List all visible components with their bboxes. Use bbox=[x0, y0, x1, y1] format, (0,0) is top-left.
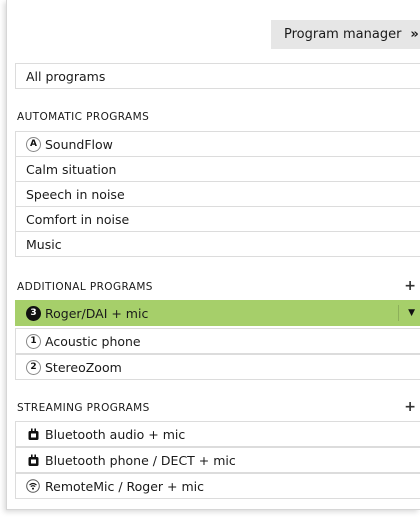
auto-a-badge-icon: A bbox=[26, 136, 41, 152]
additional-programs-title: ADDITIONAL PROGRAMS bbox=[17, 281, 153, 293]
program-label: Acoustic phone bbox=[45, 333, 141, 349]
program-speech-in-noise[interactable]: Speech in noise bbox=[15, 181, 420, 207]
program-remotemic-roger-mic[interactable]: RemoteMic / Roger + mic bbox=[15, 473, 420, 499]
program-manager-label: Program manager bbox=[284, 27, 402, 42]
all-programs-label: All programs bbox=[26, 68, 106, 84]
program-number-badge-icon: 3 bbox=[26, 305, 41, 321]
program-label: SoundFlow bbox=[45, 136, 113, 152]
wireless-mic-icon bbox=[26, 479, 40, 493]
program-label: Comfort in noise bbox=[26, 211, 130, 227]
program-label: Roger/DAI + mic bbox=[45, 305, 149, 321]
program-acoustic-phone[interactable]: 1 Acoustic phone bbox=[15, 328, 420, 354]
program-manager-button[interactable]: Program manager » bbox=[271, 20, 420, 49]
program-label: Speech in noise bbox=[26, 186, 125, 202]
add-streaming-program-icon[interactable]: + bbox=[404, 399, 416, 415]
program-label: StereoZoom bbox=[45, 359, 122, 375]
program-panel: Program manager » All programs AUTOMATIC… bbox=[6, 0, 420, 510]
dropdown-arrow-icon[interactable]: ▼ bbox=[408, 301, 415, 325]
program-label: Music bbox=[26, 236, 62, 252]
program-label: Bluetooth audio + mic bbox=[45, 426, 186, 442]
program-bluetooth-audio-mic[interactable]: Bluetooth audio + mic bbox=[15, 421, 420, 447]
program-soundflow[interactable]: A SoundFlow bbox=[15, 131, 420, 157]
add-additional-program-icon[interactable]: + bbox=[404, 278, 416, 294]
double-chevron-right-icon: » bbox=[410, 27, 418, 42]
streaming-programs-title: STREAMING PROGRAMS bbox=[17, 402, 150, 414]
program-label: Calm situation bbox=[26, 161, 117, 177]
all-programs-item[interactable]: All programs bbox=[15, 63, 420, 89]
program-stereozoom[interactable]: 2 StereoZoom bbox=[15, 354, 420, 380]
dropdown-separator bbox=[398, 305, 399, 321]
bluetooth-device-icon bbox=[26, 453, 40, 467]
program-bluetooth-phone-dect-mic[interactable]: Bluetooth phone / DECT + mic bbox=[15, 447, 420, 473]
program-label: Bluetooth phone / DECT + mic bbox=[45, 452, 236, 468]
program-number-badge-icon: 2 bbox=[26, 359, 41, 375]
program-label: RemoteMic / Roger + mic bbox=[45, 478, 204, 494]
program-comfort-in-noise[interactable]: Comfort in noise bbox=[15, 206, 420, 232]
automatic-programs-title: AUTOMATIC PROGRAMS bbox=[17, 111, 150, 123]
program-number-badge-icon: 1 bbox=[26, 333, 41, 349]
program-roger-dai-mic[interactable]: 3 Roger/DAI + mic ▼ bbox=[15, 300, 420, 326]
program-music[interactable]: Music bbox=[15, 231, 420, 257]
program-calm-situation[interactable]: Calm situation bbox=[15, 156, 420, 182]
bluetooth-device-icon bbox=[26, 427, 40, 441]
